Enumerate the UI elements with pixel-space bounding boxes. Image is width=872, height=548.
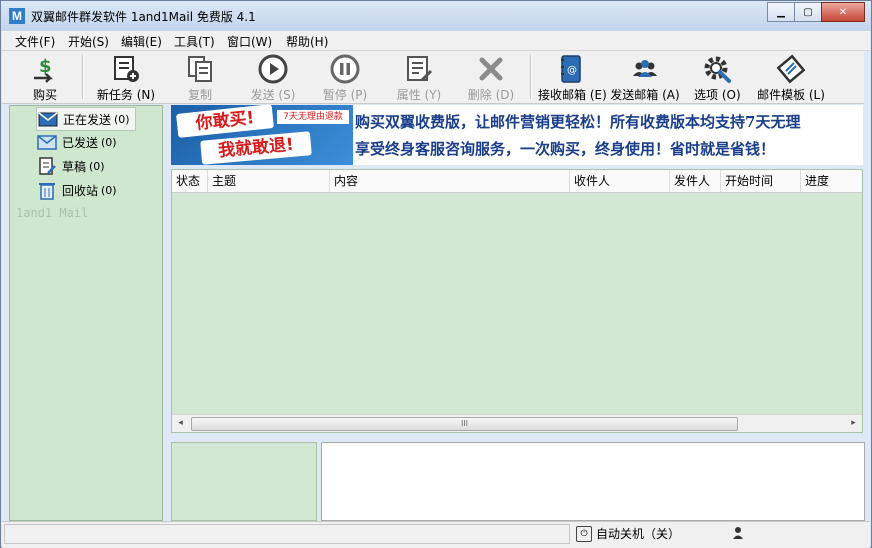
promo-image-line1: 你敢买! [176, 105, 274, 138]
properties-button[interactable]: 属性 (Y) [394, 53, 444, 102]
sidebar-item-label: 草稿 [62, 159, 87, 174]
title-bar: M 双翼邮件群发软件 1and1Mail 免费版 4.1 ▁ ▢ ✕ [1, 1, 871, 31]
sidebar-item-count: (0) [101, 183, 117, 197]
toolbar: $ 购买 新任务 (N) 复制 发送 (S) 暂停 (P) 属性 (Y) 删除 … [2, 51, 864, 104]
draft-icon [36, 155, 58, 177]
minimize-button[interactable]: ▁ [767, 2, 795, 22]
sidebar-item-drafts[interactable]: 草稿 (0) [36, 155, 105, 177]
table-header: 状态 主题 内容 收件人 发件人 开始时间 进度 [172, 170, 862, 193]
sidebar-item-count: (0) [89, 159, 105, 173]
copy-label: 复制 [187, 88, 212, 102]
close-icon: ✕ [838, 6, 848, 18]
menu-window[interactable]: 窗口(W) [227, 33, 272, 50]
preview-right-pane [321, 442, 865, 521]
column-header-status[interactable]: 状态 [172, 170, 208, 192]
promo-image-line2: 我就敢退! [200, 131, 312, 165]
new-task-label: 新任务 (N) [96, 88, 156, 102]
app-logo-icon: M [9, 8, 25, 24]
scroll-thumb[interactable]: III [191, 417, 738, 431]
preview-left-pane [171, 442, 317, 521]
envelope-icon [36, 131, 58, 153]
brand-watermark: 1and1 Mail [16, 206, 89, 220]
scroll-left-arrow-icon[interactable]: ◂ [172, 415, 189, 432]
auto-shutdown-label: 自动关机（关） [596, 527, 681, 541]
pause-icon [329, 53, 361, 85]
sidebar-item-sending[interactable]: 正在发送 (0) [36, 107, 136, 131]
delete-button[interactable]: 删除 (D) [466, 53, 516, 102]
column-header-content[interactable]: 内容 [330, 170, 570, 192]
new-task-button[interactable]: 新任务 (N) [96, 53, 156, 102]
send-button[interactable]: 发送 (S) [248, 53, 298, 102]
promo-banner[interactable]: 你敢买! 我就敢退! 7天无理由退款 购买双翼收费版，让邮件营销更轻松！所有收费… [171, 105, 863, 165]
template-icon [775, 53, 807, 85]
column-header-sender[interactable]: 发件人 [670, 170, 721, 192]
users-icon [629, 53, 661, 85]
promo-text-line1: 购买双翼收费版，让邮件营销更轻松！所有收费版本均支持7天无理 [355, 113, 801, 131]
app-window: M 双翼邮件群发软件 1and1Mail 免费版 4.1 ▁ ▢ ✕ 文件(F)… [0, 0, 872, 548]
column-header-progress[interactable]: 进度 [801, 170, 862, 192]
mail-template-button[interactable]: 邮件模板 (L) [756, 53, 826, 102]
dollar-icon: $ [29, 53, 61, 85]
menu-help[interactable]: 帮助(H) [286, 33, 328, 50]
task-table: 状态 主题 内容 收件人 发件人 开始时间 进度 ◂ III ▸ [171, 169, 863, 433]
options-label: 选项 (O) [694, 88, 741, 102]
maximize-button[interactable]: ▢ [794, 2, 822, 22]
options-button[interactable]: 选项 (O) [694, 53, 741, 102]
inbox-label: 接收邮箱 (E) [538, 88, 607, 102]
status-user-icon [732, 526, 744, 540]
sidebar-item-label: 回收站 [62, 183, 99, 198]
sidebar-item-sent[interactable]: 已发送 (0) [36, 131, 117, 153]
sidebar-item-trash[interactable]: 回收站 (0) [36, 179, 117, 201]
maximize-icon: ▢ [803, 6, 813, 18]
menu-edit[interactable]: 编辑(E) [121, 33, 162, 50]
promo-image-tag: 7天无理由退款 [277, 110, 349, 124]
status-cell-main [4, 524, 570, 544]
close-button[interactable]: ✕ [821, 2, 865, 22]
trash-icon [36, 179, 58, 201]
mailbox-sidebar: 正在发送 (0) 已发送 (0) 草稿 (0) 回收站 (0) 1and1 Ma… [9, 105, 163, 521]
inbox-button[interactable]: @ 接收邮箱 (E) [538, 53, 607, 102]
sender-mailbox-label: 发送邮箱 (A) [610, 88, 680, 102]
sidebar-item-count: (0) [114, 112, 130, 126]
column-header-recipient[interactable]: 收件人 [570, 170, 670, 192]
address-book-icon: @ [555, 53, 587, 85]
menu-file[interactable]: 文件(F) [15, 33, 55, 50]
power-icon: ⏻ [576, 525, 592, 542]
send-label: 发送 (S) [250, 88, 296, 102]
column-header-subject[interactable]: 主题 [208, 170, 330, 192]
delete-x-icon [475, 53, 507, 85]
sidebar-item-label: 正在发送 [63, 112, 112, 127]
properties-icon [403, 53, 435, 85]
pause-label: 暂停 (P) [322, 88, 368, 102]
sidebar-item-count: (0) [101, 135, 117, 149]
sending-envelope-icon [37, 108, 59, 130]
pause-button[interactable]: 暂停 (P) [320, 53, 370, 102]
sender-mailbox-button[interactable]: 发送邮箱 (A) [610, 53, 680, 102]
menu-bar: 文件(F) 开始(S) 编辑(E) 工具(T) 窗口(W) 帮助(H) [2, 31, 870, 51]
auto-shutdown-toggle[interactable]: ⏻ 自动关机（关） [576, 525, 680, 542]
properties-label: 属性 (Y) [396, 88, 442, 102]
copy-button[interactable]: 复制 [180, 53, 220, 102]
column-header-start-time[interactable]: 开始时间 [721, 170, 801, 192]
horizontal-scrollbar[interactable]: ◂ III ▸ [172, 414, 862, 432]
promo-text-line2: 享受终身客服咨询服务，一次购买，终身使用！省时就是省钱！ [355, 140, 776, 158]
buy-label: 购买 [32, 88, 57, 102]
scroll-right-arrow-icon[interactable]: ▸ [845, 415, 862, 432]
copy-icon [184, 53, 216, 85]
window-title: 双翼邮件群发软件 1and1Mail 免费版 4.1 [31, 10, 256, 24]
minimize-icon: ▁ [777, 6, 785, 18]
sidebar-item-label: 已发送 [62, 135, 99, 150]
svg-text:@: @ [567, 65, 577, 76]
play-icon [257, 53, 289, 85]
mail-template-label: 邮件模板 (L) [757, 88, 825, 102]
promo-banner-image: 你敢买! 我就敢退! 7天无理由退款 [171, 105, 353, 165]
delete-label: 删除 (D) [467, 88, 515, 102]
menu-start[interactable]: 开始(S) [68, 33, 109, 50]
menu-tools[interactable]: 工具(T) [174, 33, 215, 50]
gear-wrench-icon [701, 53, 733, 85]
new-task-icon [110, 53, 142, 85]
status-bar: ⏻ 自动关机（关） [2, 521, 870, 548]
buy-button[interactable]: $ 购买 [26, 53, 64, 102]
svg-text:$: $ [39, 56, 52, 77]
